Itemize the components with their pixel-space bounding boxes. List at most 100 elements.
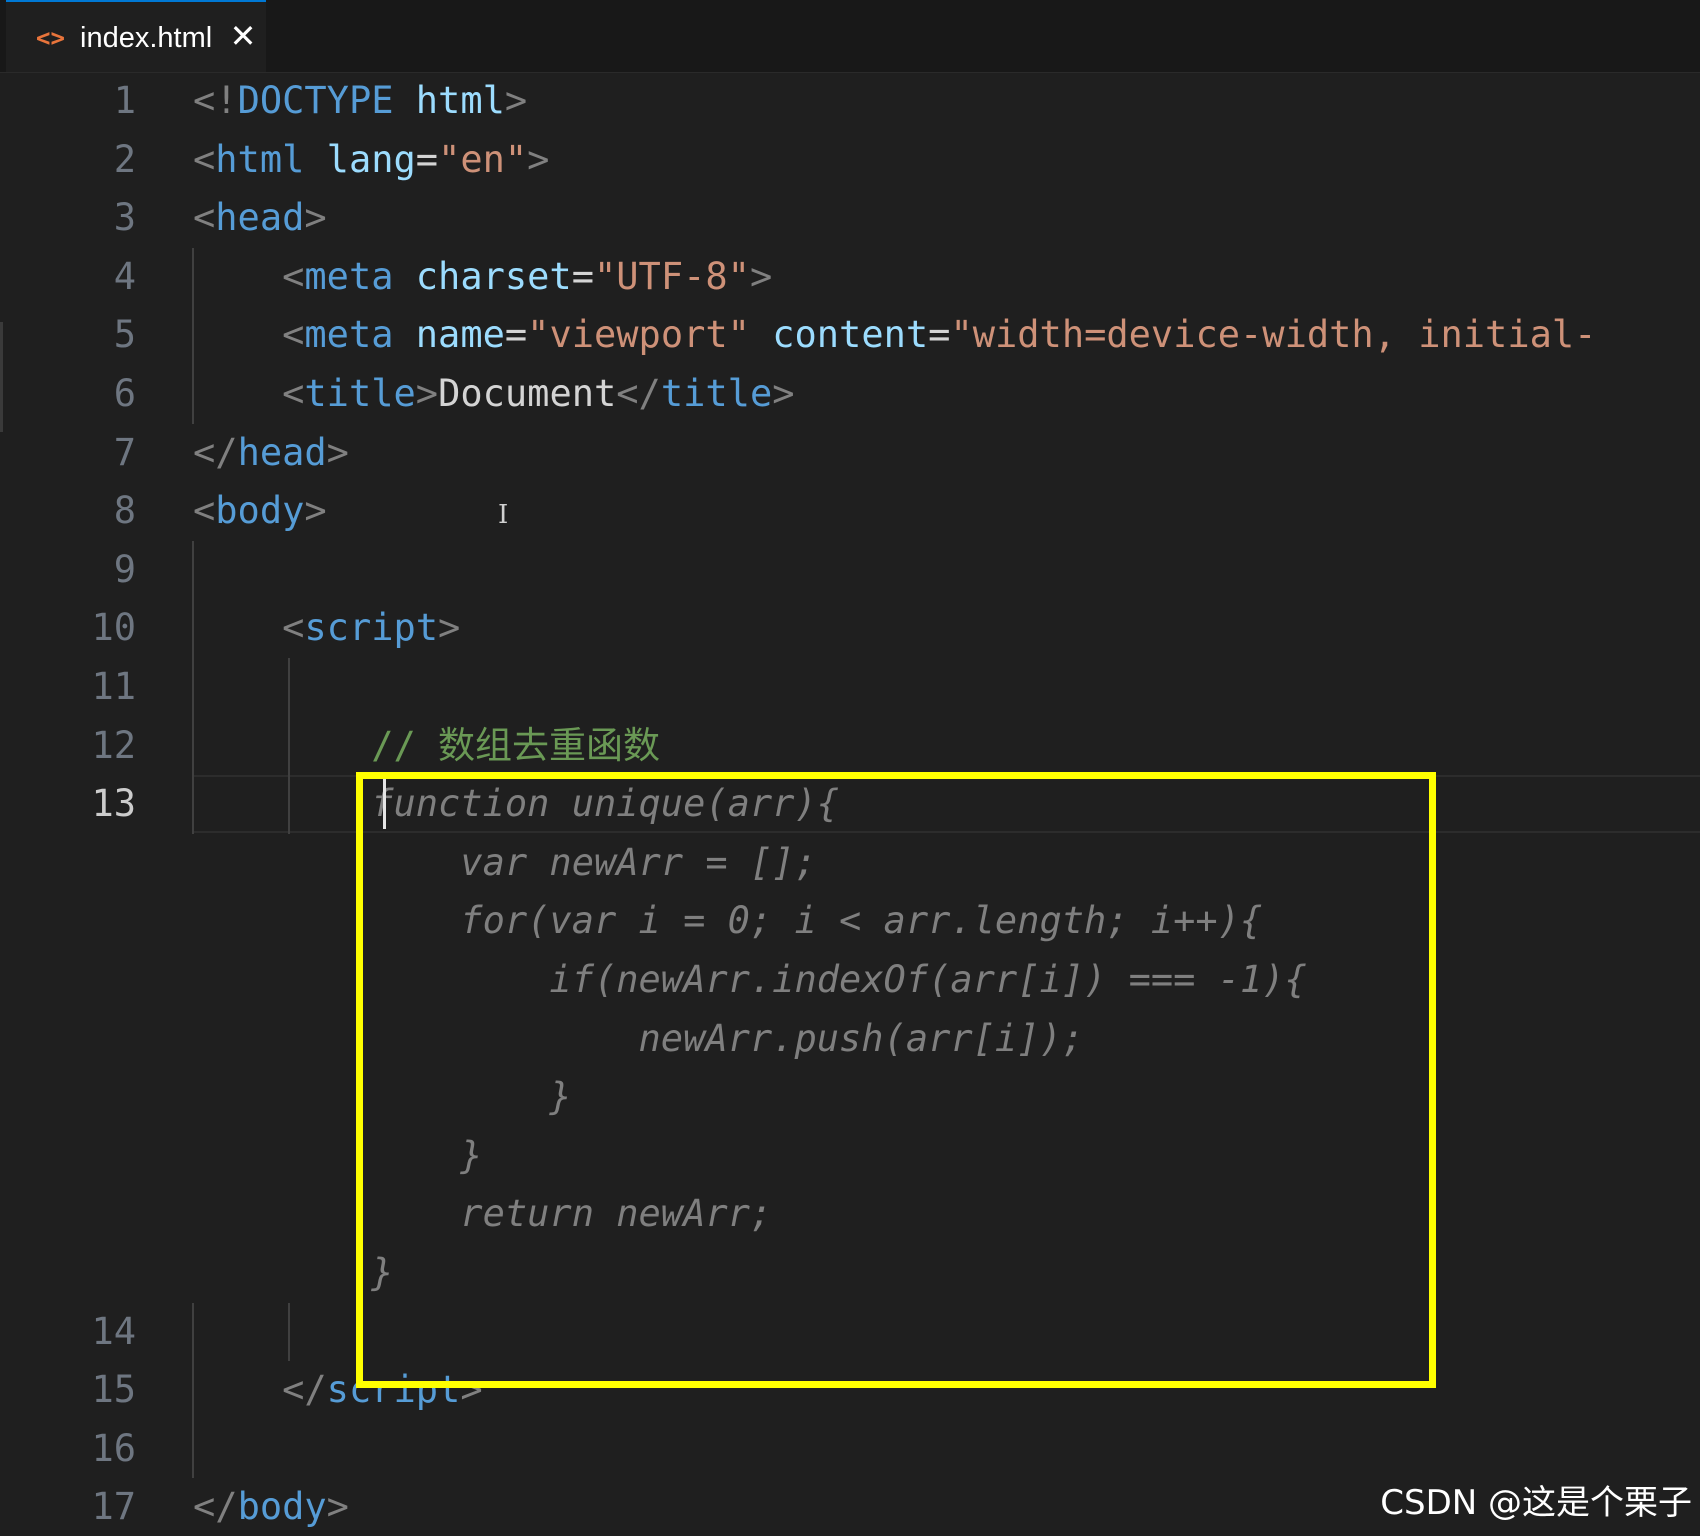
- code-token: >: [504, 79, 528, 122]
- inline-suggestion-line: for(var i = 0; i < arr.length; i++){: [193, 899, 1263, 943]
- code-token: "UTF-8": [594, 254, 750, 298]
- code-token: >: [326, 430, 349, 474]
- watermark: CSDN @这是个栗子: [1380, 1483, 1692, 1523]
- code-line[interactable]: 15 </script>: [0, 1361, 1700, 1419]
- code-token: script: [304, 606, 439, 650]
- indent-guide-body: [192, 540, 194, 834]
- code-text: </script>: [193, 1367, 483, 1413]
- code-token: <: [193, 137, 216, 181]
- line-number: 12: [91, 723, 136, 767]
- line-number: 16: [91, 1426, 136, 1470]
- code-line[interactable]: 1 <!DOCTYPE html>: [0, 72, 1700, 130]
- code-token: <: [282, 372, 305, 415]
- code-token: DOCTYPE: [237, 79, 394, 122]
- code-text: </body>: [193, 1484, 349, 1530]
- code-token: =: [415, 137, 439, 181]
- line-number: 3: [113, 196, 136, 240]
- line-number: 9: [113, 547, 136, 591]
- code-token: >: [304, 489, 327, 533]
- code-line[interactable]: 12 // 数组去重函数: [0, 717, 1700, 775]
- code-token: </: [616, 372, 661, 415]
- code-editor[interactable]: 1 <!DOCTYPE html> 2 <html lang="en"> 3 <head>…: [0, 72, 1700, 1532]
- code-text: <meta charset="UTF-8">: [193, 254, 772, 300]
- html-file-icon: <>: [36, 24, 65, 52]
- code-token: </: [282, 1368, 327, 1412]
- code-token: >: [527, 137, 550, 181]
- inline-suggestion-line: return newArr;: [193, 1192, 773, 1236]
- code-line[interactable]: 8 <body>: [0, 482, 1700, 540]
- code-text: <script>: [193, 605, 460, 651]
- mouse-ibeam-cursor-icon: I: [498, 500, 509, 530]
- code-token: <: [282, 254, 305, 298]
- tab-bar: <> index.html ✕: [0, 0, 1700, 73]
- code-line[interactable]: 11: [0, 658, 1700, 716]
- indent-guide-script-lower: [288, 1302, 290, 1362]
- code-text: <!DOCTYPE html>: [193, 78, 527, 124]
- line-number: 13: [91, 782, 136, 826]
- code-line[interactable]: 5 <meta name="viewport" content="width=d…: [0, 306, 1700, 364]
- code-token: "en": [438, 137, 528, 181]
- tab-label: index.html: [80, 22, 213, 54]
- code-token: html: [215, 137, 305, 181]
- code-line[interactable]: 10 <script>: [0, 599, 1700, 657]
- code-token: content: [772, 313, 929, 357]
- code-line[interactable]: 7 </head>: [0, 424, 1700, 482]
- code-token: name: [415, 313, 505, 357]
- code-text: // 数组去重函数: [193, 723, 660, 769]
- code-token: body: [215, 489, 305, 533]
- code-token: =: [928, 313, 951, 357]
- line-number: 1: [113, 79, 136, 122]
- code-token: "viewport": [527, 313, 750, 357]
- code-line[interactable]: 4 <meta charset="UTF-8">: [0, 248, 1700, 306]
- code-text: <head>: [193, 195, 327, 241]
- code-token: =: [504, 313, 528, 357]
- code-line[interactable]: 16: [0, 1420, 1700, 1478]
- code-line[interactable]: 6 <title>Document</title>: [0, 365, 1700, 423]
- line-number: 5: [113, 313, 136, 357]
- code-token: // 数组去重函数: [371, 723, 661, 767]
- code-token: head: [237, 430, 327, 474]
- code-text: </head>: [193, 430, 349, 476]
- tab-index-html[interactable]: <> index.html ✕: [6, 0, 266, 72]
- code-text: <html lang="en">: [193, 137, 549, 183]
- indent-guide-script: [288, 658, 290, 834]
- line-number: 6: [113, 372, 136, 415]
- code-token: </: [193, 430, 238, 474]
- code-line[interactable]: 3 <head>: [0, 189, 1700, 247]
- line-number: 7: [113, 430, 136, 474]
- indent-guide-body-lower: [192, 1302, 194, 1479]
- code-line[interactable]: 2 <html lang="en">: [0, 131, 1700, 189]
- close-icon[interactable]: ✕: [228, 16, 258, 56]
- line-number: 17: [91, 1485, 136, 1529]
- code-line[interactable]: 9: [0, 541, 1700, 599]
- code-token: script: [326, 1368, 461, 1412]
- code-token: <!: [193, 79, 238, 122]
- line-number: 14: [91, 1309, 136, 1353]
- code-token: >: [460, 1368, 483, 1412]
- line-number: 11: [91, 665, 136, 708]
- inline-suggestion-line: }: [193, 1251, 394, 1294]
- code-line[interactable]: 14: [0, 1303, 1700, 1361]
- indent-guide-head: [192, 247, 194, 424]
- code-token: title: [660, 372, 773, 415]
- line-number: 4: [113, 254, 136, 298]
- code-text: <meta name="viewport" content="width=dev…: [193, 312, 1596, 358]
- code-token: html: [415, 79, 505, 122]
- inline-suggestion-line: }: [193, 1075, 572, 1119]
- text-caret: [383, 779, 386, 830]
- code-token: head: [215, 196, 305, 240]
- inline-suggestion-line: if(newArr.indexOf(arr[i]) === -1){: [193, 958, 1307, 1001]
- line-number: 8: [113, 489, 136, 533]
- code-token: <: [193, 196, 216, 240]
- code-token: charset: [415, 254, 572, 298]
- code-token: meta: [304, 313, 394, 357]
- code-token: meta: [304, 254, 394, 298]
